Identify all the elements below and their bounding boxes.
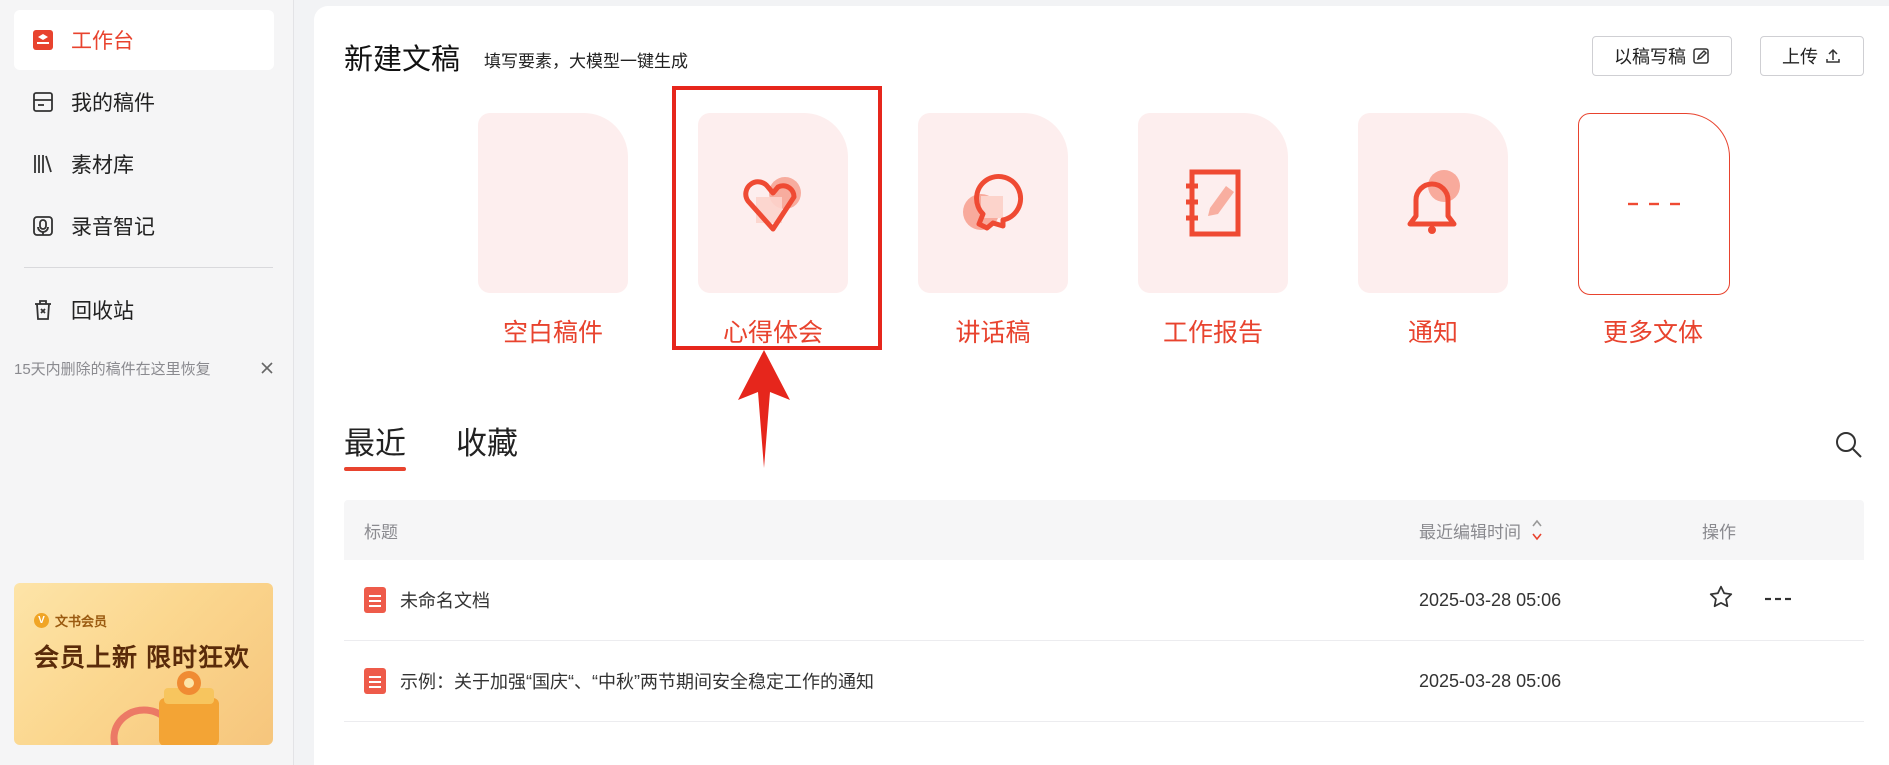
up-arrow-annotation bbox=[738, 350, 790, 468]
recorder-icon bbox=[30, 213, 56, 239]
row-time: 2025-03-28 05:06 bbox=[1419, 589, 1562, 610]
bell-icon bbox=[1407, 170, 1460, 234]
promo-badge-text: 文书会员 bbox=[55, 614, 108, 629]
edit-icon bbox=[1692, 47, 1710, 65]
documents-table: 标题 最近编辑时间 操作 未命名文档 2025-03-28 05:06 示例：关… bbox=[344, 500, 1864, 722]
rewrite-button-label: 以稿写稿 bbox=[1614, 47, 1686, 67]
workbench-icon bbox=[30, 27, 56, 53]
template-blank[interactable]: 空白稿件 bbox=[478, 113, 630, 347]
library-icon bbox=[30, 151, 56, 177]
promo-banner[interactable]: V 文书会员 会员上新 限时狂欢 bbox=[14, 583, 273, 745]
drafts-icon bbox=[30, 89, 56, 115]
sidebar-item-library[interactable]: 素材库 bbox=[14, 134, 274, 194]
report-icon bbox=[1186, 169, 1241, 237]
search-icon[interactable] bbox=[1834, 430, 1864, 465]
sidebar-item-label: 工作台 bbox=[71, 30, 134, 53]
rewrite-button[interactable]: 以稿写稿 bbox=[1592, 36, 1732, 76]
row-title[interactable]: 示例：关于加强“国庆“、“中秋”两节期间安全稳定工作的通知 bbox=[400, 668, 874, 694]
sidebar-item-trash[interactable]: 回收站 bbox=[14, 280, 274, 340]
heart-icon bbox=[743, 177, 801, 232]
template-label: 通知 bbox=[1407, 319, 1458, 347]
template-experience[interactable]: 心得体会 bbox=[698, 113, 850, 347]
header-action: 操作 bbox=[1702, 522, 1736, 542]
sidebar-item-recorder[interactable]: 录音智记 bbox=[14, 196, 274, 256]
template-label: 更多文体 bbox=[1602, 319, 1703, 347]
speech-icon bbox=[963, 173, 1024, 231]
template-label: 工作报告 bbox=[1162, 319, 1263, 347]
sidebar-divider bbox=[24, 267, 273, 268]
sidebar-item-label: 我的稿件 bbox=[71, 92, 155, 115]
page-subtitle: 填写要素，大模型一键生成 bbox=[484, 52, 688, 71]
template-notice[interactable]: 通知 bbox=[1358, 113, 1510, 347]
table-header: 标题 最近编辑时间 操作 bbox=[344, 500, 1864, 560]
header-time-label: 最近编辑时间 bbox=[1419, 522, 1521, 542]
close-icon[interactable] bbox=[260, 361, 274, 375]
sidebar-item-label: 回收站 bbox=[71, 300, 134, 323]
more-actions-icon[interactable] bbox=[1764, 584, 1792, 610]
template-label: 空白稿件 bbox=[502, 319, 603, 347]
more-icon bbox=[1628, 202, 1680, 206]
tabs: 最近 收藏 bbox=[344, 418, 568, 471]
sidebar-item-drafts[interactable]: 我的稿件 bbox=[14, 72, 274, 132]
main-panel: 新建文稿 填写要素，大模型一键生成 以稿写稿 上传 空白稿件 心得体会 讲话稿 … bbox=[314, 6, 1889, 765]
row-title[interactable]: 未命名文档 bbox=[400, 587, 490, 613]
header-title: 标题 bbox=[364, 522, 398, 542]
sort-icon bbox=[1532, 519, 1542, 541]
recycle-hint-text: 15天内删除的稿件在这里恢复 bbox=[14, 360, 211, 378]
upload-icon bbox=[1824, 47, 1842, 65]
sidebar-item-label: 录音智记 bbox=[71, 216, 155, 239]
tab-recent[interactable]: 最近 bbox=[344, 418, 406, 471]
template-label: 心得体会 bbox=[722, 319, 823, 347]
sidebar: 工作台 我的稿件 素材库 录音智记 回收站 15天内删除的稿件在这里恢复 V 文… bbox=[0, 0, 294, 765]
sidebar-item-label: 素材库 bbox=[71, 154, 134, 177]
recycle-hint: 15天内删除的稿件在这里恢复 bbox=[14, 356, 274, 380]
trash-icon bbox=[30, 297, 56, 323]
blank-icon bbox=[478, 113, 628, 293]
vip-icon: V bbox=[34, 613, 49, 628]
table-row[interactable]: 未命名文档 2025-03-28 05:06 bbox=[344, 560, 1864, 641]
template-speech[interactable]: 讲话稿 bbox=[918, 113, 1070, 347]
page-title: 新建文稿 bbox=[344, 44, 461, 76]
sidebar-item-workbench[interactable]: 工作台 bbox=[14, 10, 274, 70]
tab-favorites[interactable]: 收藏 bbox=[456, 418, 518, 471]
template-more[interactable]: 更多文体 bbox=[1578, 113, 1730, 347]
template-report[interactable]: 工作报告 bbox=[1138, 113, 1290, 347]
gift-illustration bbox=[110, 671, 219, 745]
row-time: 2025-03-28 05:06 bbox=[1419, 670, 1562, 691]
promo-badge: V 文书会员 bbox=[34, 611, 107, 630]
document-icon bbox=[364, 587, 386, 613]
document-icon bbox=[364, 668, 386, 694]
template-label: 讲话稿 bbox=[955, 319, 1031, 347]
upload-button-label: 上传 bbox=[1782, 47, 1818, 67]
table-row[interactable]: 示例：关于加强“国庆“、“中秋”两节期间安全稳定工作的通知 2025-03-28… bbox=[344, 641, 1864, 722]
star-icon[interactable] bbox=[1708, 584, 1734, 615]
header-time[interactable]: 最近编辑时间 bbox=[1419, 518, 1543, 543]
upload-button[interactable]: 上传 bbox=[1760, 36, 1864, 76]
